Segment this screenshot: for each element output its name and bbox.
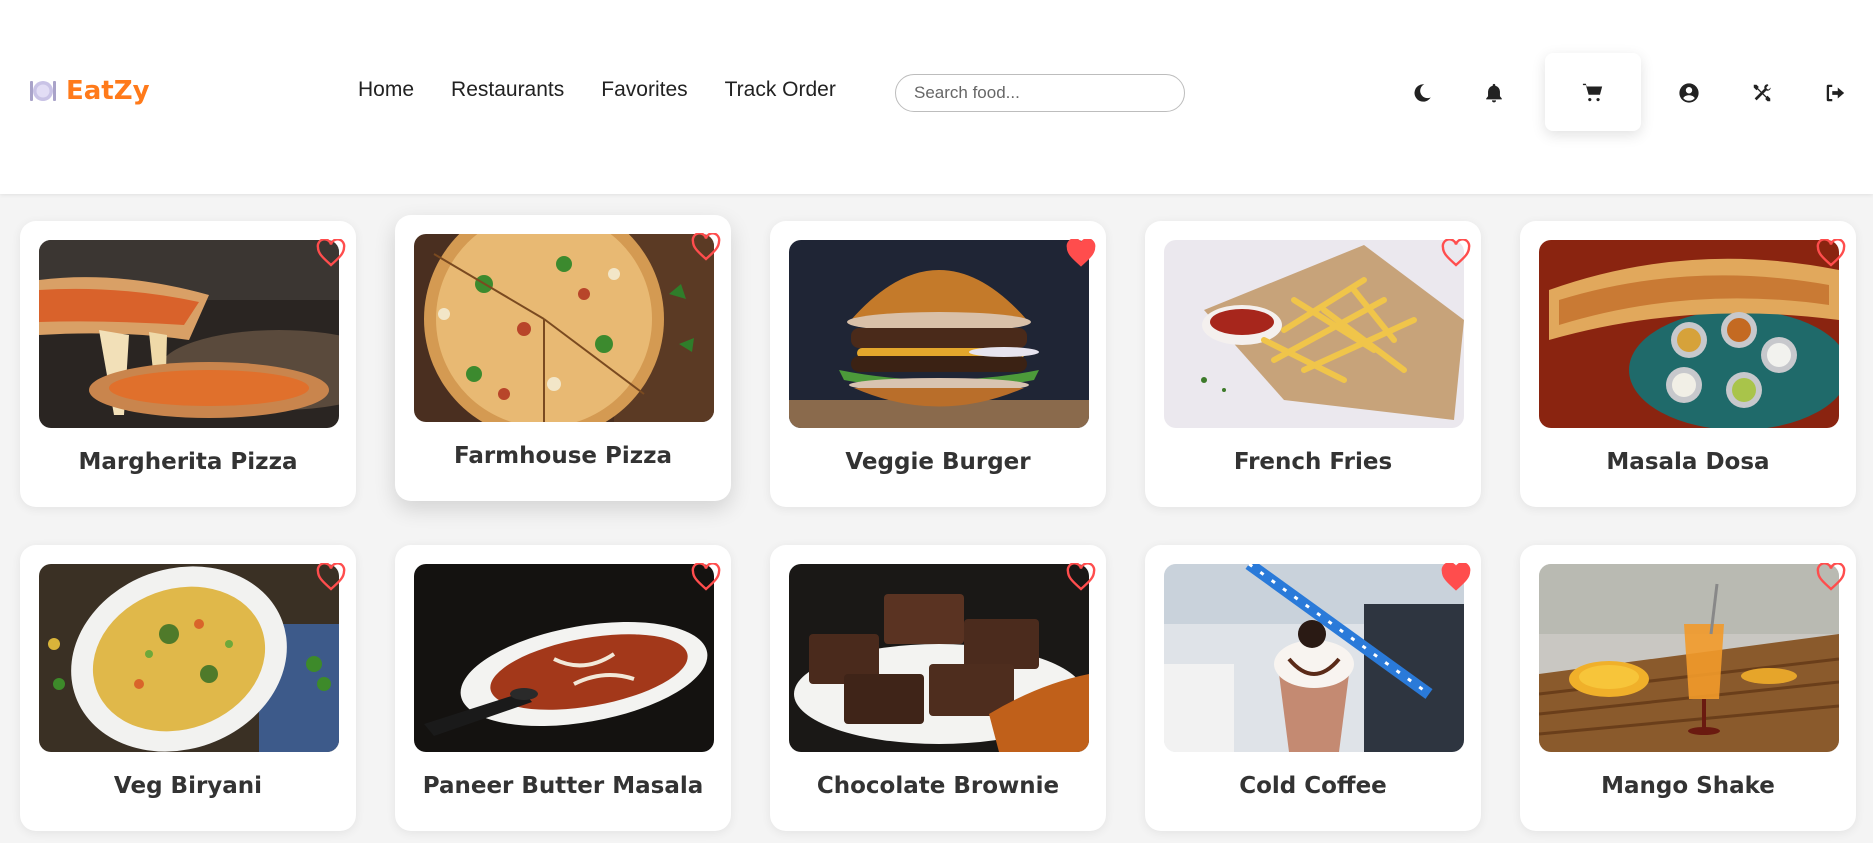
favorite-button[interactable] [316,562,346,591]
logout-icon [1826,84,1845,102]
favorite-button[interactable] [1441,562,1471,591]
food-name: Veg Biryani [113,773,263,799]
favorite-button[interactable] [1441,238,1471,267]
heart-filled-icon [1066,238,1096,267]
food-image [414,234,714,422]
favorite-button[interactable] [691,232,721,261]
food-card[interactable]: Cold Coffee [1145,545,1481,831]
food-name: Farmhouse Pizza [453,443,673,469]
food-image [1539,240,1839,428]
food-name: Cold Coffee [1239,773,1387,799]
search-input[interactable] [895,74,1185,112]
food-image [789,240,1089,428]
food-image [1164,240,1464,428]
food-card[interactable]: Mango Shake [1520,545,1856,831]
favorite-button[interactable] [1066,238,1096,267]
bell-icon [1486,83,1502,103]
heart-outline-icon [1441,238,1471,267]
nav-track-order[interactable]: Track Order [725,78,836,102]
food-image [39,564,339,752]
food-image [1164,564,1464,752]
food-card[interactable]: Veg Biryani [20,545,356,831]
nav-home[interactable]: Home [358,78,414,102]
nav-favorites[interactable]: Favorites [601,78,687,102]
heart-outline-icon [1816,238,1846,267]
moon-icon [1414,84,1431,102]
food-name: Mango Shake [1601,773,1775,799]
main-nav: Home Restaurants Favorites Track Order [358,78,873,102]
food-name: Chocolate Brownie [816,773,1060,799]
food-image [39,240,339,428]
favorite-button[interactable] [691,562,721,591]
heart-outline-icon [1816,562,1846,591]
favorite-button[interactable] [1816,562,1846,591]
user-circle-icon [1679,83,1699,103]
cart-icon [1582,83,1603,102]
tools-icon [1753,84,1771,102]
heart-outline-icon [691,232,721,261]
food-card[interactable]: Farmhouse Pizza [395,215,731,501]
favorite-button[interactable] [316,238,346,267]
heart-outline-icon [1066,562,1096,591]
food-image [1539,564,1839,752]
logout-button[interactable] [1814,72,1856,114]
food-name: Veggie Burger [845,449,1031,475]
food-card[interactable]: Chocolate Brownie [770,545,1106,831]
cart-button[interactable] [1545,53,1641,131]
food-name: Margherita Pizza [78,449,298,475]
favorite-button[interactable] [1066,562,1096,591]
profile-button[interactable] [1668,72,1710,114]
food-name: Masala Dosa [1606,449,1770,475]
heart-outline-icon [316,562,346,591]
heart-outline-icon [316,238,346,267]
food-image [789,564,1089,752]
food-card[interactable]: Masala Dosa [1520,221,1856,507]
food-card[interactable]: French Fries [1145,221,1481,507]
food-card[interactable]: Veggie Burger [770,221,1106,507]
brand-name: EatZy [66,76,150,106]
nav-restaurants[interactable]: Restaurants [451,78,564,102]
food-name: French Fries [1233,449,1393,475]
heart-filled-icon [1441,562,1471,591]
brand-logo[interactable]: EatZy [28,76,150,106]
top-navbar: EatZy Home Restaurants Favorites Track O… [0,0,1873,194]
food-card[interactable]: Margherita Pizza [20,221,356,507]
plate-cutlery-icon [30,81,56,101]
settings-tools-button[interactable] [1741,72,1783,114]
heart-outline-icon [691,562,721,591]
dark-mode-toggle[interactable] [1401,72,1443,114]
favorite-button[interactable] [1816,238,1846,267]
food-image [414,564,714,752]
notifications-button[interactable] [1473,72,1515,114]
food-name: Paneer Butter Masala [422,773,704,799]
food-card[interactable]: Paneer Butter Masala [395,545,731,831]
